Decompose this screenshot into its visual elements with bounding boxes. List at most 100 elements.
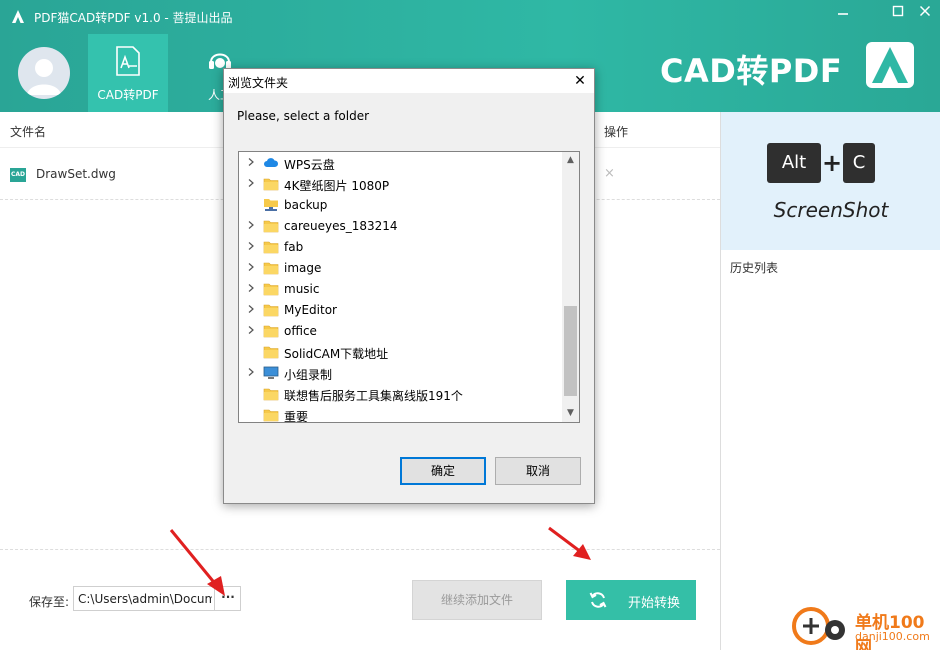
dialog-body: Please, select a folder WPS云盘 4K壁纸图片 1080… bbox=[224, 93, 594, 503]
maximize-button[interactable] bbox=[885, 4, 911, 22]
tree-item-label: WPS云盘 bbox=[284, 158, 335, 172]
cad-file-icon: CAD bbox=[10, 168, 26, 182]
tree-item-label: fab bbox=[284, 240, 304, 254]
tree-item-label: image bbox=[284, 261, 322, 275]
brand-badge bbox=[866, 42, 914, 88]
chevron-right-icon[interactable] bbox=[245, 325, 257, 337]
tree-item[interactable]: SolidCAM下载地址 bbox=[239, 342, 561, 363]
title-bar: PDF猫CAD转PDF v1.0 - 菩提山出品 bbox=[0, 0, 940, 34]
folder-icon bbox=[263, 240, 279, 254]
dialog-title-bar: 浏览文件夹 ✕ bbox=[224, 69, 594, 93]
folder-icon bbox=[263, 219, 279, 233]
start-convert-label: 开始转换 bbox=[628, 596, 681, 611]
user-icon bbox=[27, 59, 61, 95]
network-folder-icon bbox=[263, 198, 279, 212]
minimize-button[interactable] bbox=[830, 4, 856, 22]
tree-item[interactable]: careueyes_183214 bbox=[239, 216, 561, 237]
brand-text: CAD转PDF bbox=[660, 52, 843, 90]
cloud-icon bbox=[263, 156, 279, 170]
user-avatar[interactable] bbox=[18, 47, 70, 99]
column-header-filename: 文件名 bbox=[10, 125, 47, 139]
chevron-right-icon[interactable] bbox=[245, 304, 257, 316]
c-key: C bbox=[843, 143, 875, 183]
folder-icon bbox=[263, 387, 279, 401]
ok-button[interactable]: 确定 bbox=[400, 457, 486, 485]
folder-icon bbox=[263, 324, 279, 338]
site-watermark: 单机100网 danji100.com bbox=[791, 602, 940, 650]
file-name: DrawSet.dwg bbox=[36, 167, 116, 181]
tree-item[interactable]: image bbox=[239, 258, 561, 279]
tree-item-label: careueyes_183214 bbox=[284, 219, 398, 233]
tree-item[interactable]: music bbox=[239, 279, 561, 300]
cancel-button[interactable]: 取消 bbox=[495, 457, 581, 485]
chevron-right-icon[interactable] bbox=[245, 178, 257, 190]
tree-item-label: MyEditor bbox=[284, 303, 337, 317]
tree-item[interactable]: 重要 bbox=[239, 405, 561, 423]
watermark-title: 单机100网 bbox=[855, 613, 925, 650]
tab-cad-to-pdf[interactable]: CAD转PDF bbox=[88, 34, 168, 112]
chevron-right-icon[interactable] bbox=[245, 220, 257, 232]
remove-file-button[interactable]: × bbox=[604, 166, 615, 181]
folder-tree-scrollbar[interactable]: ▲ ▼ bbox=[562, 152, 579, 422]
tree-item[interactable]: MyEditor bbox=[239, 300, 561, 321]
tree-item-label: office bbox=[284, 324, 317, 338]
dialog-prompt: Please, select a folder bbox=[237, 109, 370, 123]
dialog-close-button[interactable]: ✕ bbox=[570, 71, 590, 91]
chevron-right-icon[interactable] bbox=[245, 283, 257, 295]
tree-item-label: music bbox=[284, 282, 320, 296]
scroll-thumb[interactable] bbox=[564, 306, 577, 396]
watermark-logo-icon bbox=[792, 607, 845, 645]
screenshot-promo-banner[interactable]: Alt + C ScreenShot bbox=[721, 112, 940, 250]
tree-item[interactable]: fab bbox=[239, 237, 561, 258]
column-header-action: 操作 bbox=[604, 125, 629, 139]
app-logo-icon bbox=[12, 10, 24, 23]
red-arrow-icon bbox=[169, 529, 225, 596]
pdf-document-icon bbox=[116, 46, 140, 76]
chevron-right-icon[interactable] bbox=[245, 367, 257, 379]
add-files-button[interactable]: 继续添加文件 bbox=[412, 580, 542, 620]
browse-folder-dialog: 浏览文件夹 ✕ Please, select a folder WPS云盘 4K壁… bbox=[223, 68, 595, 504]
folder-icon bbox=[263, 303, 279, 317]
dialog-title: 浏览文件夹 bbox=[228, 76, 289, 90]
tree-item[interactable]: 4K壁纸图片 1080P bbox=[239, 174, 561, 195]
folder-tree[interactable]: WPS云盘 4K壁纸图片 1080P backup careueyes_183214f… bbox=[238, 151, 580, 423]
folder-icon bbox=[263, 408, 279, 422]
close-icon bbox=[919, 5, 931, 17]
computer-icon bbox=[263, 366, 279, 380]
scroll-up-button[interactable]: ▲ bbox=[562, 152, 579, 169]
start-convert-button[interactable]: 开始转换 bbox=[566, 580, 696, 620]
promo-caption: ScreenShot bbox=[773, 198, 889, 222]
red-arrow-icon bbox=[548, 526, 591, 560]
tree-item[interactable]: office bbox=[239, 321, 561, 342]
folder-icon bbox=[263, 261, 279, 275]
refresh-icon bbox=[589, 592, 607, 608]
tree-item-label: 重要 bbox=[284, 410, 309, 423]
alt-key: Alt bbox=[767, 143, 821, 183]
tree-item-label: backup bbox=[284, 198, 328, 212]
app-title: PDF猫CAD转PDF v1.0 - 菩提山出品 bbox=[34, 11, 233, 25]
chevron-right-icon[interactable] bbox=[245, 157, 257, 169]
tree-item-label: 小组录制 bbox=[284, 368, 333, 382]
maximize-icon bbox=[892, 5, 904, 17]
tree-item[interactable]: 联想售后服务工具集离线版191个 bbox=[239, 384, 561, 405]
save-to-label: 保存至: bbox=[29, 595, 70, 609]
tree-item[interactable]: WPS云盘 bbox=[239, 153, 561, 174]
chevron-right-icon[interactable] bbox=[245, 241, 257, 253]
tree-item-label: 联想售后服务工具集离线版191个 bbox=[284, 389, 463, 403]
tree-item[interactable]: backup bbox=[239, 195, 561, 216]
folder-icon bbox=[263, 282, 279, 296]
history-panel: Alt + C ScreenShot 历史列表 单机100网 danji100.… bbox=[720, 112, 940, 650]
history-list-label: 历史列表 bbox=[730, 261, 779, 275]
minimize-icon bbox=[838, 13, 848, 15]
close-window-button[interactable] bbox=[912, 4, 938, 22]
tree-item-label: SolidCAM下载地址 bbox=[284, 347, 389, 361]
tree-item-label: 4K壁纸图片 1080P bbox=[284, 179, 390, 193]
scroll-down-button[interactable]: ▼ bbox=[562, 405, 579, 422]
tree-item[interactable]: 小组录制 bbox=[239, 363, 561, 384]
logo-a-icon bbox=[872, 47, 908, 83]
plus-sign: + bbox=[822, 149, 843, 177]
chevron-right-icon[interactable] bbox=[245, 262, 257, 274]
folder-icon bbox=[263, 177, 279, 191]
tab-label: CAD转PDF bbox=[97, 88, 159, 102]
watermark-url: danji100.com bbox=[855, 630, 930, 643]
